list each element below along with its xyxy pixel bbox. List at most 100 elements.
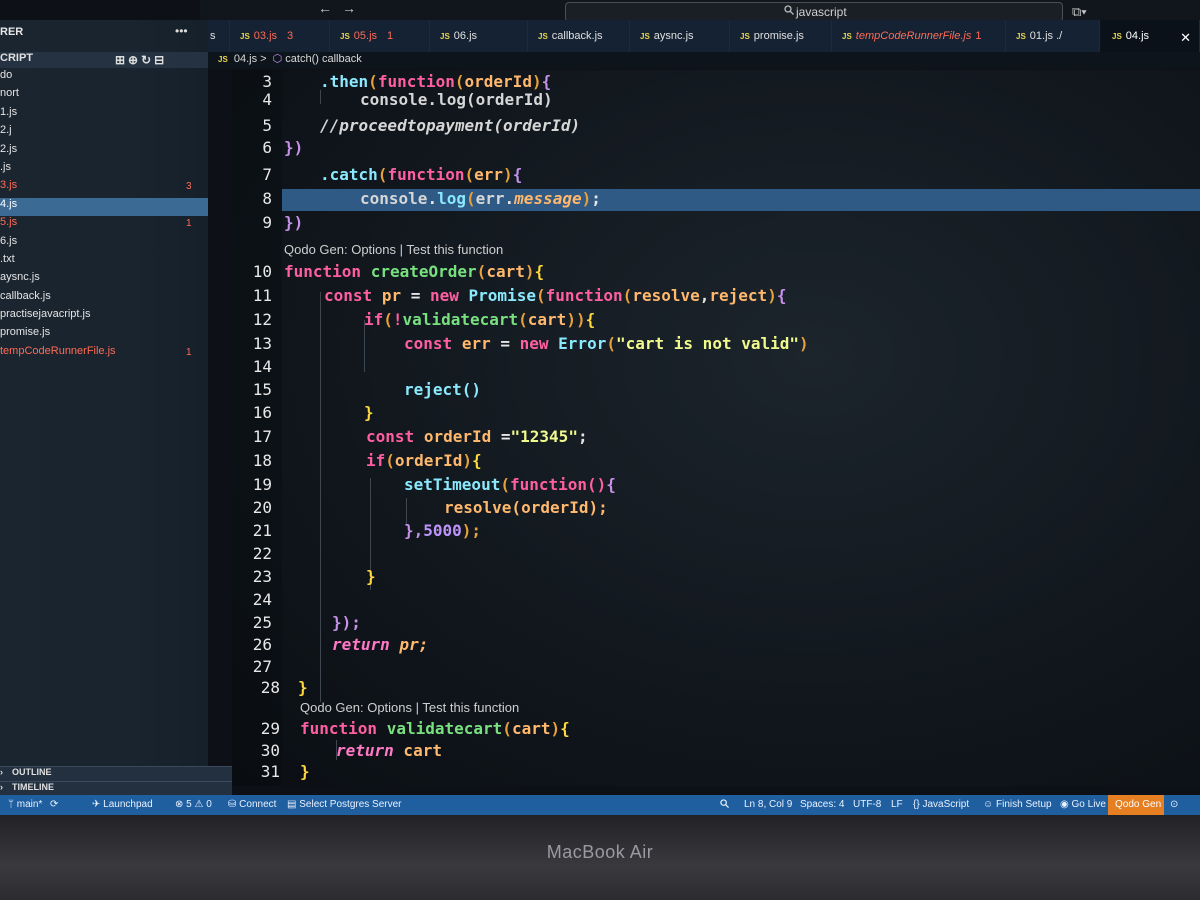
rocket-icon: ✈	[92, 799, 104, 810]
file-name: nort	[0, 87, 19, 100]
file-tree-item[interactable]: 3.js 3	[0, 179, 208, 197]
file-tree-item[interactable]: .js	[0, 161, 208, 179]
breadcrumb: JS 04.js > ⬡ catch() callback	[208, 52, 1200, 69]
code-line: 17 const orderId ="12345";	[252, 427, 588, 446]
select-postgres-button[interactable]: ▤ Select Postgres Server	[287, 799, 402, 810]
qodo-gen-codelens[interactable]: Qodo Gen: Options | Test this function	[300, 700, 519, 715]
launchpad-button[interactable]: ✈ Launchpad	[92, 799, 153, 810]
file-tree-item[interactable]: 2.js	[0, 143, 208, 161]
file-name: do	[0, 69, 13, 81]
explorer-title: RER	[0, 26, 24, 38]
timeline-panel-header[interactable]: › TIMELINE	[0, 781, 232, 796]
outline-panel-header[interactable]: › OUTLINE	[0, 766, 232, 781]
database-icon: ⛁	[228, 799, 240, 810]
chevron-right-icon: ›	[0, 767, 3, 777]
file-name: promise.js	[0, 326, 51, 339]
encoding-setting[interactable]: UTF-8	[853, 799, 881, 810]
breadcrumb-symbol[interactable]: catch() callback	[285, 53, 361, 65]
file-tree-item[interactable]: callback.js	[0, 290, 208, 308]
code-line: 12 if(!validatecart(cart)){	[252, 310, 596, 329]
branch-icon: ᛘ	[8, 799, 17, 810]
notifications-bell-icon[interactable]: ⊙	[1170, 799, 1178, 810]
code-line: 11 const pr = new Promise(function(resolv…	[252, 286, 787, 305]
file-tree-item[interactable]: 4.js	[0, 197, 208, 217]
file-tree-item[interactable]: aysnc.js	[0, 271, 208, 289]
finish-setup-button[interactable]: ☺ Finish Setup	[983, 799, 1052, 810]
problem-count-badge: 1	[186, 346, 192, 358]
eol-setting[interactable]: LF	[891, 799, 903, 810]
laptop-screen: ← → javascript ⧉▾ RER ••• CRIPT ⊞⊕↻⊟ do n…	[0, 0, 1200, 815]
explorer-sidebar: RER ••• CRIPT ⊞⊕↻⊟ do nort 1.js 2.j 2.js .js 3…	[0, 20, 232, 796]
go-live-button[interactable]: ◉ Go Live	[1060, 799, 1106, 810]
code-editor[interactable]: 3 .then(function(orderId){ 4 console.log(o…	[232, 70, 1200, 786]
file-name: practisejavacript.js	[0, 308, 91, 321]
symbol-cube-icon: ⬡	[272, 53, 283, 65]
more-actions-icon[interactable]: •••	[175, 24, 188, 38]
js-file-icon: JS	[640, 32, 650, 41]
js-file-icon: JS	[340, 32, 350, 41]
file-tree-item[interactable]: practisejavacript.js	[0, 308, 208, 326]
connect-button[interactable]: ⛁ Connect	[228, 799, 276, 810]
code-line: 6})	[262, 138, 304, 157]
js-file-icon: JS	[1112, 32, 1122, 41]
breadcrumb-file[interactable]: 04.js	[234, 53, 257, 65]
js-file-icon: JS	[240, 32, 250, 41]
forward-arrow-icon[interactable]: →	[342, 0, 356, 16]
command-center-search[interactable]: javascript	[565, 2, 1063, 22]
file-tree-item[interactable]: 6.js	[0, 235, 208, 253]
code-line: 23}	[252, 567, 376, 586]
code-line: 25});	[252, 613, 361, 632]
file-name: aysnc.js	[0, 271, 40, 284]
workspace-section-header[interactable]: CRIPT ⊞⊕↻⊟	[0, 52, 208, 68]
layout-icon[interactable]: ⧉▾	[1072, 4, 1087, 20]
close-icon[interactable]: ✕	[1180, 30, 1191, 46]
code-line: 18 if(orderId){	[252, 451, 482, 470]
back-arrow-icon[interactable]: ←	[318, 0, 332, 16]
qodo-gen-button[interactable]: Qodo Gen	[1108, 795, 1164, 815]
file-tree-item[interactable]: 1.js	[0, 106, 208, 124]
js-file-icon: JS	[440, 32, 450, 41]
code-line: 15 reject()	[252, 380, 482, 399]
file-name: 4.js	[0, 197, 18, 210]
file-tree-item[interactable]: do	[0, 69, 208, 87]
code-line: 19 setTimeout(function(){	[252, 475, 616, 494]
file-tree-item[interactable]: .txt	[0, 253, 208, 271]
js-file-icon: JS	[1016, 32, 1026, 41]
problems-indicator[interactable]: ⊗ 5 ⚠ 0	[175, 799, 212, 810]
qodo-gen-codelens[interactable]: Qodo Gen: Options | Test this function	[284, 242, 503, 257]
problem-count-badge: 1	[186, 218, 192, 230]
language-mode[interactable]: {} JavaScript	[913, 799, 969, 810]
code-line: 22	[252, 544, 272, 563]
file-name: 3.js	[0, 179, 18, 192]
js-file-icon: JS	[538, 32, 548, 41]
file-name: 1.js	[0, 105, 18, 118]
explorer-actions-icon[interactable]: ⊞⊕↻⊟	[115, 53, 167, 67]
file-name: callback.js	[0, 289, 51, 302]
code-line: 10 function createOrder(cart){	[252, 262, 545, 281]
code-line: 13 const err = new Error("cart is not val…	[252, 334, 809, 353]
file-tree-item[interactable]: promise.js	[0, 326, 208, 344]
file-tree-item[interactable]: tempCodeRunnerFile.js 1	[0, 345, 208, 363]
zoom-icon[interactable]	[720, 799, 729, 811]
file-tree-item[interactable]: 2.j	[0, 124, 208, 142]
title-bar: ← → javascript ⧉▾	[200, 0, 1200, 22]
file-tree-item[interactable]: nort	[0, 87, 208, 105]
indentation-setting[interactable]: Spaces: 4	[800, 799, 844, 810]
code-line-highlighted: 8 console.log(err.message);	[262, 189, 1200, 211]
code-line: 14	[252, 357, 272, 376]
file-tree-item[interactable]: 5.js 1	[0, 216, 208, 234]
js-file-icon: JS	[842, 32, 852, 41]
file-tree: do nort 1.js 2.j 2.js .js 3.js 3 4.js 5.js 1 6.js .t…	[0, 69, 208, 363]
chevron-right-icon: ›	[0, 782, 3, 792]
sync-icon[interactable]: ⟳	[50, 799, 58, 810]
breadcrumb-separator: >	[260, 53, 267, 65]
js-file-icon: JS	[218, 55, 228, 64]
code-line: 30 return cart	[260, 741, 442, 760]
problem-count-badge: 3	[186, 181, 192, 193]
code-line: 5//proceedtopayment(orderId)	[262, 116, 581, 135]
branch-status[interactable]: ᛘ main*	[8, 799, 42, 810]
cursor-position[interactable]: Ln 8, Col 9	[744, 799, 792, 810]
code-line: 21},5000);	[252, 521, 482, 540]
code-line: 27	[252, 657, 272, 676]
code-line: 7 .catch(function(err){	[262, 165, 523, 184]
